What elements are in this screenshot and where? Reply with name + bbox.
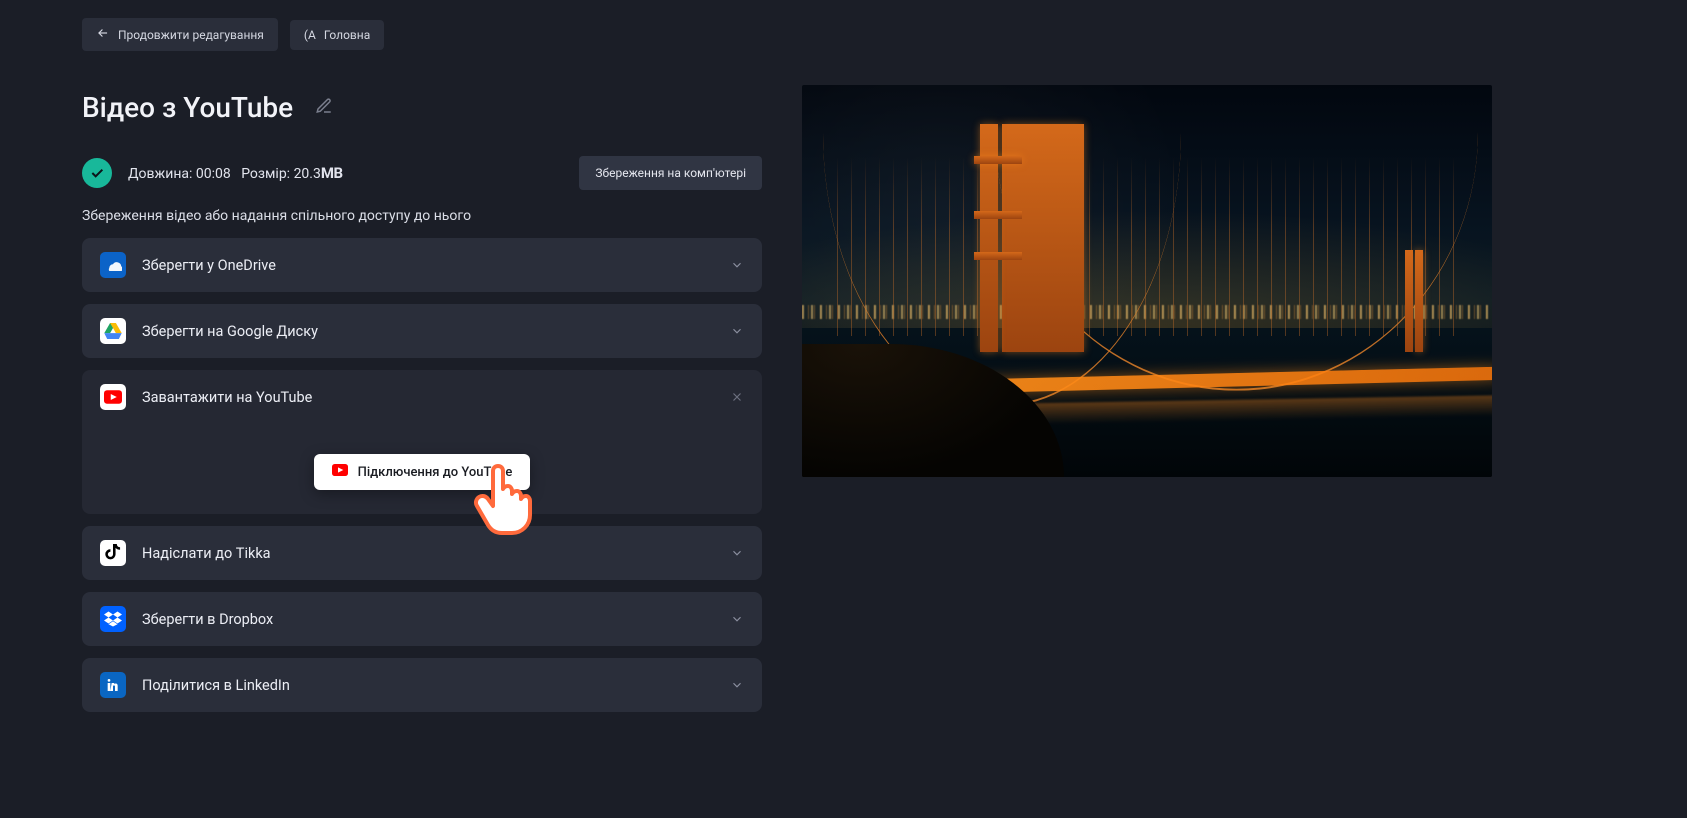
gdrive-label: Зберегти на Google Диску: [142, 323, 318, 340]
close-icon[interactable]: [730, 390, 744, 404]
home-button[interactable]: (А Головна: [290, 20, 384, 50]
size-label: Розмір:: [241, 166, 290, 182]
save-to-computer-button[interactable]: Збереження на комп'ютері: [579, 156, 762, 190]
dropbox-label: Зберегти в Dropbox: [142, 611, 273, 628]
page-title: Відео з YouTube: [82, 91, 293, 124]
youtube-small-icon: [332, 464, 348, 480]
chevron-down-icon: [730, 324, 744, 338]
share-option-gdrive[interactable]: Зберегти на Google Диску: [82, 304, 762, 358]
share-option-youtube[interactable]: Завантажити на YouTube Підключення до Yo…: [82, 370, 762, 514]
continue-editing-label: Продовжити редагування: [118, 28, 264, 42]
chevron-down-icon: [730, 612, 744, 626]
gdrive-icon: [100, 318, 126, 344]
share-option-onedrive[interactable]: Зберегти у OneDrive: [82, 238, 762, 292]
home-label: Головна: [324, 28, 370, 42]
onedrive-icon: [100, 252, 126, 278]
linkedin-label: Поділитися в LinkedIn: [142, 677, 290, 694]
chevron-down-icon: [730, 258, 744, 272]
success-check-icon: [82, 158, 112, 188]
video-preview[interactable]: [802, 85, 1492, 477]
home-prefix: (А: [304, 28, 316, 42]
length-value: 00:08: [196, 166, 231, 182]
connect-youtube-button[interactable]: Підключення до YouTube: [314, 454, 531, 490]
linkedin-icon: [100, 672, 126, 698]
size-value: 20.3: [294, 166, 321, 182]
chevron-down-icon: [730, 678, 744, 692]
dropbox-icon: [100, 606, 126, 632]
onedrive-label: Зберегти у OneDrive: [142, 257, 276, 274]
tiktok-icon: [100, 540, 126, 566]
tiktok-label: Надіслати до Tikka: [142, 545, 271, 562]
youtube-icon: [100, 384, 126, 410]
edit-title-button[interactable]: [315, 97, 333, 119]
share-subtitle: Збереження відео або надання спільного д…: [82, 208, 762, 224]
video-meta: Довжина: 00:08 Розмір: 20.3МВ: [128, 164, 343, 182]
share-option-linkedin[interactable]: Поділитися в LinkedIn: [82, 658, 762, 712]
arrow-left-icon: [96, 26, 110, 43]
save-to-computer-label: Збереження на комп'ютері: [595, 166, 746, 180]
share-option-dropbox[interactable]: Зберегти в Dropbox: [82, 592, 762, 646]
chevron-down-icon: [730, 546, 744, 560]
youtube-label: Завантажити на YouTube: [142, 389, 312, 406]
size-unit: МВ: [321, 164, 343, 182]
length-label: Довжина:: [128, 166, 192, 182]
connect-youtube-label: Підключення до YouTube: [358, 465, 513, 480]
continue-editing-button[interactable]: Продовжити редагування: [82, 18, 278, 51]
share-option-tiktok[interactable]: Надіслати до Tikka: [82, 526, 762, 580]
